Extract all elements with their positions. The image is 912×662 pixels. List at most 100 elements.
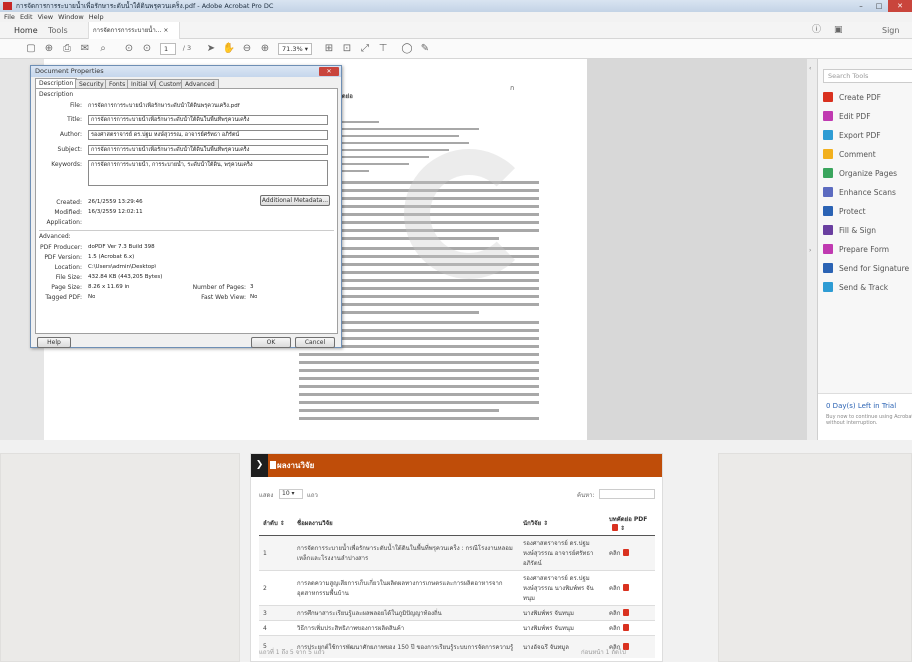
dialog-close-icon[interactable]: ✕	[319, 67, 339, 76]
tool-export-pdf[interactable]: Export PDF	[823, 129, 881, 143]
maximize-icon[interactable]: □	[870, 0, 888, 12]
window-close-icon[interactable]: ✕	[888, 0, 912, 12]
search-input[interactable]	[599, 489, 655, 499]
zoom-select[interactable]: 71.3% ▾	[278, 43, 312, 55]
tool-send-track[interactable]: Send & Track	[823, 281, 888, 295]
subject-field[interactable]: การจัดการการระบายน้ำเพื่อรักษาระดับน้ำใต…	[88, 145, 328, 155]
col-researcher[interactable]: นักวิจัย ⇕	[519, 511, 605, 536]
ok-button[interactable]: OK	[251, 337, 291, 348]
tool-send-for-signature[interactable]: Send for Signature	[823, 262, 909, 276]
print-icon[interactable]: ⎙	[60, 41, 74, 56]
row-name: การศึกษาสาระเรียนรู้และผลพลอยได้ในภูมิปั…	[293, 605, 519, 621]
watermark-logo	[404, 149, 534, 279]
tab-document[interactable]: การจัดการการระบายน้ำ... ×	[88, 22, 180, 39]
comment-tool-icon[interactable]: ◯	[400, 41, 414, 56]
pdf-icon[interactable]	[623, 624, 630, 631]
pdf-icon[interactable]	[623, 609, 630, 616]
trial-title: 0 Day(s) Left in Trial	[826, 402, 897, 410]
fit-page-icon[interactable]: ⊞	[322, 41, 336, 56]
minimize-icon[interactable]: –	[852, 0, 870, 12]
full-screen-icon[interactable]: ⤢	[358, 41, 372, 56]
dialog-body: Description File: การจัดการการระบายน้ำเพ…	[35, 88, 338, 334]
window-titlebar: การจัดการการระบายน้ำเพื่อรักษาระดับน้ำใต…	[0, 0, 912, 12]
protect-icon	[823, 206, 833, 216]
fastweb-value: No	[250, 294, 258, 300]
tab-home[interactable]: Home	[14, 22, 38, 39]
next-page-icon[interactable]: ⊙	[140, 41, 154, 56]
send-signature-icon	[823, 263, 833, 273]
send-track-icon	[823, 282, 833, 292]
sort-icon[interactable]: ⇕	[543, 520, 548, 527]
pagination[interactable]: ก่อนหน้า 1 ถัดไป	[581, 647, 626, 657]
tool-comment[interactable]: Comment	[823, 148, 876, 162]
research-widget: ❯ ผลงานวิจัย แสดง 10 ▾ แถว ค้นหา: ลำดับ ⇕…	[250, 453, 663, 662]
zoom-out-icon[interactable]: ⊖	[240, 41, 254, 56]
fit-width-icon[interactable]: ⊡	[340, 41, 354, 56]
sign-in-link[interactable]: Sign	[882, 22, 899, 39]
fill-sign-icon	[823, 225, 833, 235]
upload-icon[interactable]: ⊕	[42, 41, 56, 56]
title-field[interactable]: การจัดการการระบายน้ำเพื่อรักษาระดับน้ำใต…	[88, 115, 328, 125]
panel-splitter[interactable]: ‹ ›	[807, 59, 817, 440]
row-name: การประยุกต์ใช้การพัฒนาศักยภาพของ 150 ปี …	[293, 635, 519, 658]
document-properties-dialog: Document Properties ✕ Description Securit…	[30, 65, 342, 348]
tool-fill-sign[interactable]: Fill & Sign	[823, 224, 876, 238]
keywords-field[interactable]: การจัดการการระบายน้ำ, การระบายน้ำ, ระดับ…	[88, 160, 328, 186]
tab-tools[interactable]: Tools	[48, 22, 68, 39]
highlight-tool-icon[interactable]: ✎	[418, 41, 432, 56]
help-button[interactable]: Help	[37, 337, 71, 348]
location-value: C:\Users\admin\Desktop\	[88, 264, 157, 270]
collapse-panel-icon[interactable]: ‹	[809, 65, 811, 72]
pdf-link[interactable]: คลิก	[609, 550, 620, 557]
trial-box: 0 Day(s) Left in Trial Buy now to contin…	[818, 393, 912, 440]
pdf-icon[interactable]	[623, 584, 630, 591]
col-name[interactable]: ชื่อผลงานวิจัย	[293, 511, 519, 536]
application-label: Application:	[46, 219, 82, 226]
pdf-icon[interactable]	[623, 549, 630, 556]
collapse-toggle-icon[interactable]: ❯	[251, 454, 268, 477]
table-info: แถวที่ 1 ถึง 5 จาก 5 แถว	[259, 649, 325, 656]
window-title: การจัดการการระบายน้ำเพื่อรักษาระดับน้ำใต…	[16, 2, 274, 10]
tool-enhance-scans[interactable]: Enhance Scans	[823, 186, 896, 200]
tool-label: Create PDF	[839, 93, 881, 102]
prev-page-icon[interactable]: ⊙	[122, 41, 136, 56]
pdf-link[interactable]: คลิก	[609, 610, 620, 617]
created-value: 26/1/2559 13:29:46	[88, 199, 143, 205]
hand-tool-icon[interactable]: ✋	[222, 41, 236, 56]
select-cursor-icon[interactable]: ➤	[204, 41, 218, 56]
zoom-in-icon[interactable]: ⊕	[258, 41, 272, 56]
tool-prepare-form[interactable]: Prepare Form	[823, 243, 889, 257]
page-size-select[interactable]: 10 ▾	[279, 489, 303, 499]
row-pdf-cell: คลิก	[605, 620, 655, 636]
row-researcher: นางพิมพ์พร จันทนุม	[519, 620, 605, 636]
trial-text[interactable]: Buy now to continue using Acrobat withou…	[826, 414, 912, 426]
help-icon[interactable]: ⓘ	[812, 22, 821, 39]
page-number-input[interactable]: 1	[160, 43, 176, 55]
additional-metadata-button[interactable]: Additional Metadata...	[260, 195, 330, 206]
research-title: ผลงานวิจัย	[277, 461, 315, 470]
email-icon[interactable]: ✉	[78, 41, 92, 56]
tools-search-input[interactable]: Search Tools	[823, 69, 912, 83]
tool-edit-pdf[interactable]: Edit PDF	[823, 110, 871, 124]
read-mode-icon[interactable]: ⊤	[376, 41, 390, 56]
search-icon[interactable]: ⌕	[96, 41, 110, 56]
tab-close-icon[interactable]: ×	[163, 27, 168, 34]
menu-bar[interactable]: File Edit View Window Help	[0, 12, 912, 22]
cancel-button[interactable]: Cancel	[295, 337, 335, 348]
pdf-link[interactable]: คลิก	[609, 585, 620, 592]
sort-icon[interactable]: ⇕	[280, 520, 285, 527]
tool-create-pdf[interactable]: Create PDF	[823, 91, 881, 105]
author-field[interactable]: รองศาสตราจารย์ ดร.ปฐม หงษ์สุวรรณ, อาจารย…	[88, 130, 328, 140]
file-value: การจัดการการระบายน้ำเพื่อรักษาระดับน้ำใต…	[88, 103, 240, 109]
sort-icon[interactable]: ⇕	[620, 525, 625, 532]
acrobat-window: การจัดการการระบายน้ำเพื่อรักษาระดับน้ำใต…	[0, 0, 912, 440]
save-icon[interactable]: ▣	[834, 22, 843, 39]
create-icon[interactable]: ▢	[24, 41, 38, 56]
expand-panel-icon[interactable]: ›	[809, 247, 811, 254]
pdf-link[interactable]: คลิก	[609, 625, 620, 632]
col-pdf[interactable]: บทคัดย่อ PDF ⇕	[605, 511, 655, 536]
col-no[interactable]: ลำดับ ⇕	[259, 511, 293, 536]
tool-protect[interactable]: Protect	[823, 205, 866, 219]
tool-organize-pages[interactable]: Organize Pages	[823, 167, 897, 181]
file-label: File:	[69, 102, 82, 109]
